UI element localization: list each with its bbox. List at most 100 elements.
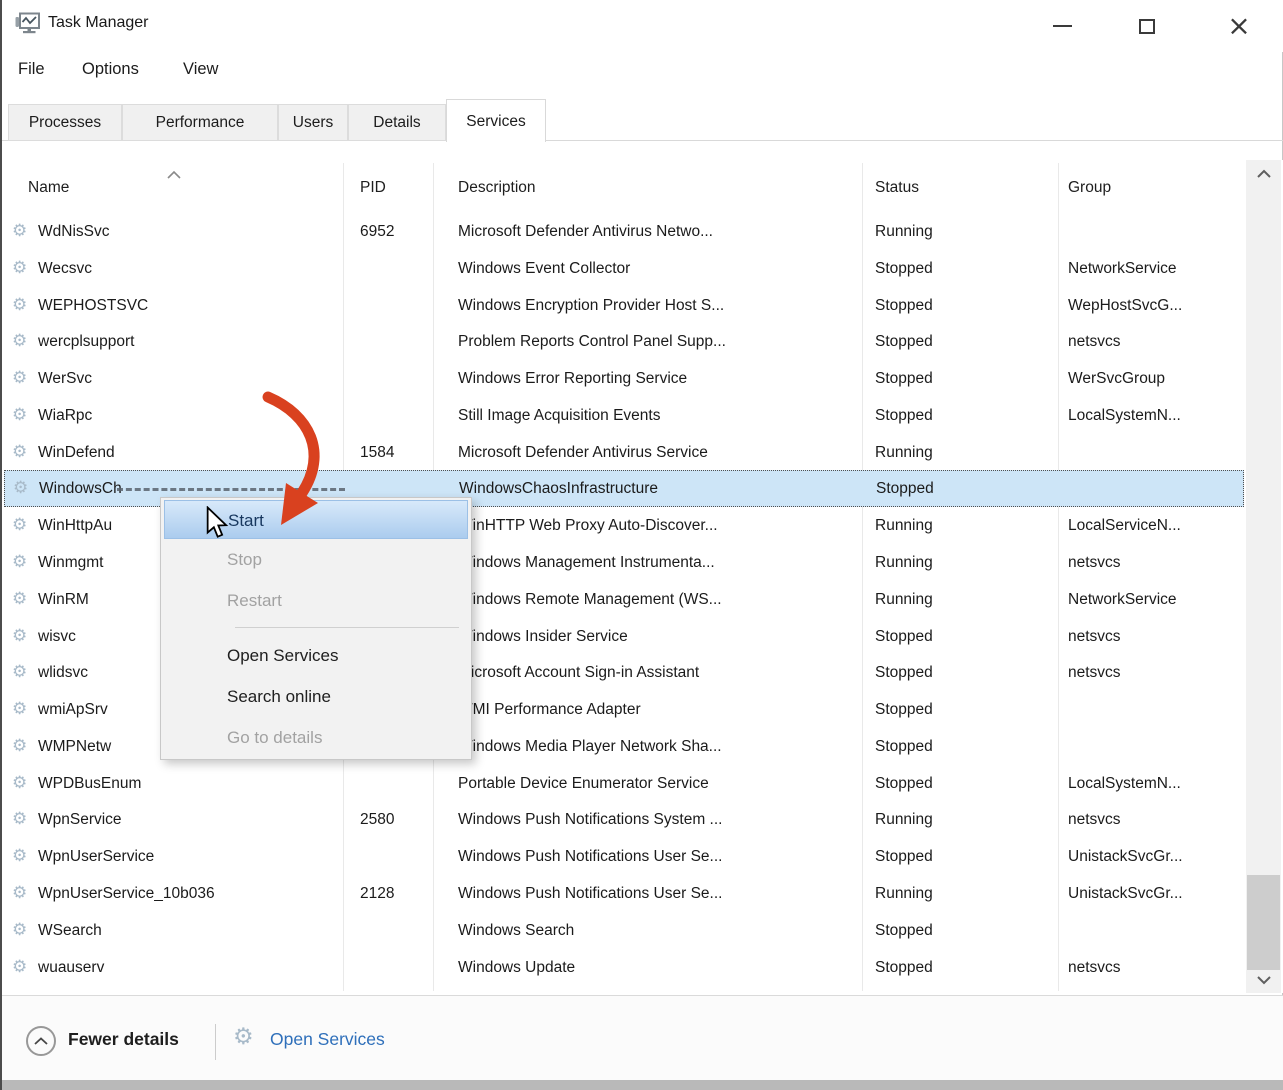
service-status: Running xyxy=(875,213,933,250)
menu-file[interactable]: File xyxy=(16,56,47,83)
service-row[interactable]: ⚙WiaRpcStill Image Acquisition EventsSto… xyxy=(4,397,1244,434)
tab-processes[interactable]: Processes xyxy=(8,104,122,141)
service-gear-icon: ⚙ xyxy=(12,250,27,287)
service-group: netsvcs xyxy=(1068,801,1121,838)
service-description: Windows Update xyxy=(458,949,575,986)
service-name: Wecsvc xyxy=(38,250,92,287)
service-gear-icon: ⚙ xyxy=(12,728,27,765)
service-status: Stopped xyxy=(875,323,933,360)
service-description: Windows Remote Management (WS... xyxy=(458,581,722,618)
service-status: Stopped xyxy=(875,838,933,875)
service-group: netsvcs xyxy=(1068,544,1121,581)
menu-options[interactable]: Options xyxy=(80,56,141,83)
service-name: WerSvc xyxy=(38,360,92,397)
service-description: Portable Device Enumerator Service xyxy=(458,765,709,802)
column-header-pid[interactable]: PID xyxy=(360,179,386,197)
service-status: Stopped xyxy=(875,360,933,397)
close-icon: × xyxy=(1227,12,1250,40)
window-border xyxy=(0,0,2,1090)
service-group: WerSvcGroup xyxy=(1068,360,1165,397)
service-gear-icon: ⚙ xyxy=(12,838,27,875)
service-status: Running xyxy=(875,801,933,838)
context-menu-item-search-online[interactable]: Search online xyxy=(161,676,471,717)
service-row[interactable]: ⚙WpnUserService_10b0362128Windows Push N… xyxy=(4,875,1244,912)
service-gear-icon: ⚙ xyxy=(12,360,27,397)
service-status: Stopped xyxy=(875,728,933,765)
service-row[interactable]: ⚙WpnService2580Windows Push Notification… xyxy=(4,801,1244,838)
service-group: NetworkService xyxy=(1068,250,1177,287)
tab-performance[interactable]: Performance xyxy=(122,104,278,141)
service-description: Windows Media Player Network Sha... xyxy=(458,728,722,765)
service-description: WinHTTP Web Proxy Auto-Discover... xyxy=(458,507,718,544)
service-status: Stopped xyxy=(875,654,933,691)
title-bar[interactable]: Task Manager × xyxy=(0,0,1283,52)
service-row[interactable]: ⚙wuauservWindows UpdateStoppednetsvcs xyxy=(4,949,1244,986)
service-name: WEPHOSTSVC xyxy=(38,287,148,324)
service-status: Stopped xyxy=(875,691,933,728)
service-gear-icon: ⚙ xyxy=(12,801,27,838)
tab-services[interactable]: Services xyxy=(446,99,546,142)
minimize-button[interactable] xyxy=(1040,8,1084,44)
service-row[interactable]: ⚙WerSvcWindows Error Reporting ServiceSt… xyxy=(4,360,1244,397)
context-menu-item-open-services[interactable]: Open Services xyxy=(161,635,471,676)
service-gear-icon: ⚙ xyxy=(12,434,27,471)
service-group: netsvcs xyxy=(1068,323,1121,360)
service-group: NetworkService xyxy=(1068,581,1177,618)
column-header-group[interactable]: Group xyxy=(1068,179,1111,197)
scroll-down-button[interactable] xyxy=(1246,969,1281,991)
service-status: Stopped xyxy=(876,471,934,508)
service-gear-icon: ⚙ xyxy=(12,912,27,949)
service-name: wisvc xyxy=(38,618,76,655)
column-header-status[interactable]: Status xyxy=(875,179,919,197)
service-description: WMI Performance Adapter xyxy=(458,691,641,728)
service-name: WpnUserService_10b036 xyxy=(38,875,215,912)
column-header-name[interactable]: Name xyxy=(28,179,69,197)
service-status: Stopped xyxy=(875,250,933,287)
service-gear-icon: ⚙ xyxy=(12,949,27,986)
service-group: LocalSystemN... xyxy=(1068,397,1181,434)
service-row[interactable]: ⚙WEPHOSTSVCWindows Encryption Provider H… xyxy=(4,287,1244,324)
service-status: Stopped xyxy=(875,949,933,986)
service-pid: 6952 xyxy=(360,213,394,250)
close-button[interactable]: × xyxy=(1217,8,1261,44)
window-title: Task Manager xyxy=(48,14,149,32)
open-services-link[interactable]: Open Services xyxy=(270,1029,385,1050)
service-row[interactable]: ⚙WinDefend1584Microsoft Defender Antivir… xyxy=(4,434,1244,471)
service-name: WinDefend xyxy=(38,434,115,471)
scrollbar-thumb[interactable] xyxy=(1247,875,1280,970)
window-bottom-edge xyxy=(0,1080,1283,1090)
service-group: LocalServiceN... xyxy=(1068,507,1181,544)
menu-view[interactable]: View xyxy=(181,56,220,83)
service-row[interactable]: ⚙WSearchWindows SearchStopped xyxy=(4,912,1244,949)
service-row[interactable]: ⚙WpnUserServiceWindows Push Notification… xyxy=(4,838,1244,875)
context-menu-item-go-to-details: Go to details xyxy=(161,717,471,758)
context-menu-item-start[interactable]: Start xyxy=(164,500,468,539)
service-group: netsvcs xyxy=(1068,949,1121,986)
service-status: Running xyxy=(875,434,933,471)
footer-bar: Fewer details ⚙ Open Services xyxy=(0,995,1283,1080)
service-name: WPDBusEnum xyxy=(38,765,141,802)
service-row[interactable]: ⚙wercplsupportProblem Reports Control Pa… xyxy=(4,323,1244,360)
tab-users[interactable]: Users xyxy=(278,104,348,141)
service-row[interactable]: ⚙WdNisSvc6952Microsoft Defender Antiviru… xyxy=(4,213,1244,250)
fewer-details-button[interactable]: Fewer details xyxy=(68,1029,179,1050)
service-group: LocalSystemN... xyxy=(1068,765,1181,802)
tab-details[interactable]: Details xyxy=(348,104,446,141)
service-pid: 2580 xyxy=(360,801,394,838)
scroll-up-icon xyxy=(1256,169,1272,178)
vertical-scrollbar[interactable] xyxy=(1246,160,1281,993)
service-gear-icon: ⚙ xyxy=(12,875,27,912)
service-row[interactable]: ⚙WecsvcWindows Event CollectorStoppedNet… xyxy=(4,250,1244,287)
service-description: Windows Push Notifications User Se... xyxy=(458,838,722,875)
service-description: Microsoft Account Sign-in Assistant xyxy=(458,654,699,691)
maximize-button[interactable] xyxy=(1125,8,1169,44)
service-name: wmiApSrv xyxy=(38,691,108,728)
column-header-description[interactable]: Description xyxy=(458,179,536,197)
service-status: Stopped xyxy=(875,397,933,434)
service-group: WepHostSvcG... xyxy=(1068,287,1182,324)
scroll-up-button[interactable] xyxy=(1246,162,1281,184)
service-status: Stopped xyxy=(875,912,933,949)
service-row[interactable]: ⚙WPDBusEnumPortable Device Enumerator Se… xyxy=(4,765,1244,802)
service-description: Problem Reports Control Panel Supp... xyxy=(458,323,726,360)
service-name: Winmgmt xyxy=(38,544,103,581)
